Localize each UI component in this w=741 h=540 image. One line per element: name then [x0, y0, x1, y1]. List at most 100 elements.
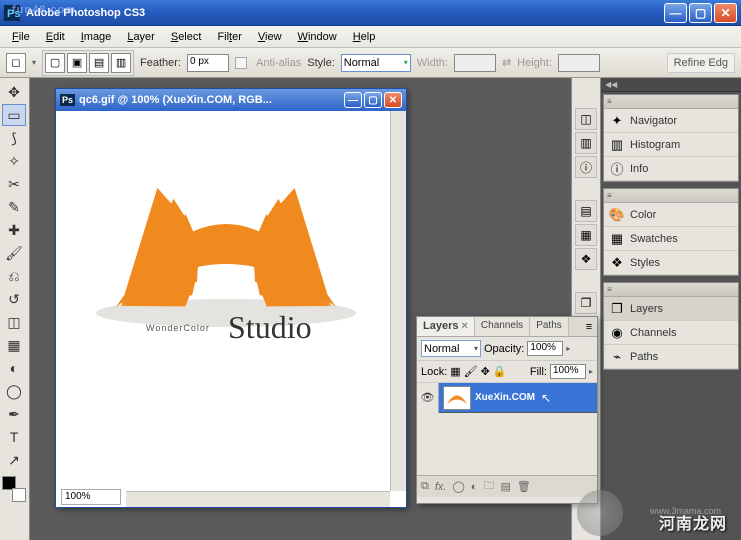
panel-row-styles[interactable]: ❖ Styles: [604, 251, 738, 275]
layer-name[interactable]: XueXin.COM: [475, 392, 535, 403]
layer-fx-icon[interactable]: fx.: [435, 481, 447, 493]
marquee-intersect-icon[interactable]: ▥: [111, 53, 131, 73]
marquee-subtract-icon[interactable]: ▤: [89, 53, 109, 73]
strip-hist-icon[interactable]: ▥: [575, 132, 597, 154]
canvas[interactable]: WonderColor Studio: [56, 111, 406, 489]
panel-row-layers[interactable]: ❐ Layers: [604, 297, 738, 321]
type-tool-icon[interactable]: T: [2, 426, 26, 448]
tool-preset-arrow[interactable]: ▾: [32, 58, 36, 67]
layer-row[interactable]: 👁 XueXin.COM ↖: [417, 383, 597, 413]
opacity-input[interactable]: 100%: [527, 341, 563, 356]
background-color[interactable]: [12, 488, 26, 502]
eyedropper-tool-icon[interactable]: ✎: [2, 196, 26, 218]
path-tool-icon[interactable]: ↗: [2, 449, 26, 471]
zoom-input[interactable]: 100%: [61, 489, 121, 505]
gradient-tool-icon[interactable]: ▦: [2, 334, 26, 356]
feather-input[interactable]: 0 px: [187, 54, 229, 72]
panel-header[interactable]: ≡: [604, 283, 738, 297]
marquee-tool-icon[interactable]: ▭: [2, 104, 26, 126]
brush-tool-icon[interactable]: 🖌: [2, 242, 26, 264]
strip-layers-icon[interactable]: ❐: [575, 292, 597, 314]
adjustment-layer-icon[interactable]: ◐: [471, 481, 478, 493]
minimize-button[interactable]: ―: [664, 3, 687, 23]
horizontal-scrollbar[interactable]: [126, 491, 390, 507]
visibility-eye-icon[interactable]: 👁: [417, 383, 439, 413]
wand-tool-icon[interactable]: ✧: [2, 150, 26, 172]
dodge-tool-icon[interactable]: ◯: [2, 380, 26, 402]
marquee-new-icon[interactable]: ▢: [45, 53, 65, 73]
tab-paths[interactable]: Paths: [530, 317, 569, 336]
menu-select[interactable]: Select: [163, 28, 210, 46]
vertical-scrollbar[interactable]: [390, 111, 406, 491]
menu-layer[interactable]: Layer: [119, 28, 163, 46]
panel-row-swatches[interactable]: ▦ Swatches: [604, 227, 738, 251]
paths-label: Paths: [630, 351, 658, 363]
menu-window[interactable]: Window: [290, 28, 345, 46]
lock-row: Lock: ▦ 🖌 ✥ 🔒 Fill: 100% ▸: [417, 361, 597, 383]
menu-edit[interactable]: Edit: [38, 28, 73, 46]
history-brush-icon[interactable]: ↺: [2, 288, 26, 310]
new-layer-icon[interactable]: ▤: [500, 480, 510, 493]
close-icon[interactable]: ×: [461, 320, 467, 332]
refine-edge-button[interactable]: Refine Edg: [667, 53, 735, 73]
navigator-label: Navigator: [630, 115, 677, 127]
strip-swatch-icon[interactable]: ▦: [575, 224, 597, 246]
lock-move-icon[interactable]: ✥: [481, 365, 490, 378]
document-titlebar[interactable]: Ps qc6.gif @ 100% (XueXin.COM, RGB... ― …: [56, 89, 406, 111]
panel-row-navigator[interactable]: ✦ Navigator: [604, 109, 738, 133]
layer-mask-icon[interactable]: ◯: [452, 480, 464, 493]
lasso-tool-icon[interactable]: ⟆: [2, 127, 26, 149]
healing-tool-icon[interactable]: ✚: [2, 219, 26, 241]
blur-tool-icon[interactable]: ◐: [2, 357, 26, 379]
style-value: Normal: [344, 57, 379, 69]
close-button[interactable]: ✕: [714, 3, 737, 23]
strip-info-icon[interactable]: ⓘ: [575, 156, 597, 178]
layer-group-icon[interactable]: 🗀: [483, 477, 494, 496]
move-tool-icon[interactable]: ✥: [2, 81, 26, 103]
height-input: [558, 54, 600, 72]
link-layers-icon[interactable]: ⧉: [421, 480, 429, 493]
fill-input[interactable]: 100%: [550, 364, 586, 379]
menu-view[interactable]: View: [250, 28, 290, 46]
eraser-tool-icon[interactable]: ◫: [2, 311, 26, 333]
blend-mode-select[interactable]: Normal▾: [421, 340, 481, 357]
menu-help[interactable]: Help: [345, 28, 384, 46]
panel-header[interactable]: ≡: [604, 95, 738, 109]
panel-collapse-bar[interactable]: ◀◀: [601, 78, 741, 92]
doc-minimize-button[interactable]: ―: [344, 92, 362, 108]
doc-close-button[interactable]: ✕: [384, 92, 402, 108]
marquee-add-icon[interactable]: ▣: [67, 53, 87, 73]
panel-row-color[interactable]: 🎨 Color: [604, 203, 738, 227]
color-picker[interactable]: [2, 476, 26, 502]
maximize-button[interactable]: ▢: [689, 3, 712, 23]
pen-tool-icon[interactable]: ✒: [2, 403, 26, 425]
opacity-flyout-icon[interactable]: ▸: [566, 344, 570, 353]
strip-styles-icon[interactable]: ❖: [575, 248, 597, 270]
panel-row-channels[interactable]: ◉ Channels: [604, 321, 738, 345]
crop-tool-icon[interactable]: ✂: [2, 173, 26, 195]
fill-flyout-icon[interactable]: ▸: [589, 367, 593, 376]
panel-row-histogram[interactable]: ▥ Histogram: [604, 133, 738, 157]
lock-trans-icon[interactable]: ▦: [450, 365, 460, 378]
strip-nav-icon[interactable]: ◫: [575, 108, 597, 130]
layer-thumbnail[interactable]: [443, 386, 471, 410]
logo-script-text: Studio: [228, 309, 312, 346]
strip-color-icon[interactable]: ▤: [575, 200, 597, 222]
lock-paint-icon[interactable]: 🖌: [464, 365, 478, 378]
menu-file[interactable]: File: [4, 28, 38, 46]
doc-maximize-button[interactable]: ▢: [364, 92, 382, 108]
tool-preset-icon[interactable]: ◻: [6, 53, 26, 73]
panel-header[interactable]: ≡: [604, 189, 738, 203]
lock-all-icon[interactable]: 🔒: [493, 365, 507, 378]
layers-tabs: Layers× Channels Paths ≡: [417, 317, 597, 337]
panel-menu-icon[interactable]: ≡: [581, 317, 597, 336]
style-select[interactable]: Normal▾: [341, 54, 411, 72]
menu-image[interactable]: Image: [73, 28, 120, 46]
menu-filter[interactable]: Filter: [209, 28, 249, 46]
tab-channels[interactable]: Channels: [475, 317, 530, 336]
tab-layers[interactable]: Layers×: [417, 317, 475, 336]
panel-row-paths[interactable]: ⌁ Paths: [604, 345, 738, 369]
stamp-tool-icon[interactable]: ⎌: [2, 265, 26, 287]
delete-layer-icon[interactable]: 🗑: [517, 480, 531, 493]
panel-row-info[interactable]: ⓘ Info: [604, 157, 738, 181]
